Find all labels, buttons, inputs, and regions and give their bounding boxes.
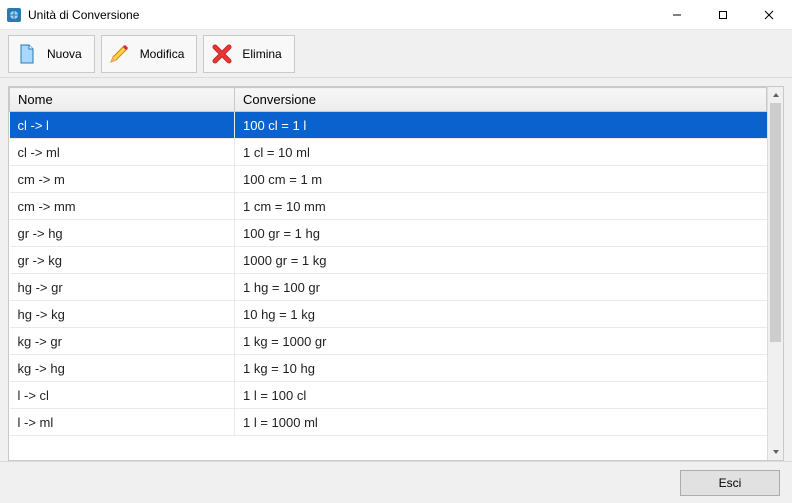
app-icon (6, 7, 22, 23)
table-row[interactable]: cl -> ml1 cl = 10 ml (10, 139, 767, 166)
new-icon (15, 42, 39, 66)
pencil-icon (108, 42, 132, 66)
cell-conversion: 1 hg = 100 gr (235, 274, 767, 301)
cell-name: gr -> hg (10, 220, 235, 247)
cell-conversion: 1 kg = 10 hg (235, 355, 767, 382)
cell-name: cl -> l (10, 112, 235, 139)
footer: Esci (0, 461, 792, 503)
toolbar: Nuova Modifica Elimina (0, 30, 792, 78)
cell-name: cl -> ml (10, 139, 235, 166)
table-row[interactable]: cl -> l100 cl = 1 l (10, 112, 767, 139)
cell-conversion: 1 l = 100 cl (235, 382, 767, 409)
cell-conversion: 100 cl = 1 l (235, 112, 767, 139)
edit-button[interactable]: Modifica (101, 35, 198, 73)
new-button[interactable]: Nuova (8, 35, 95, 73)
maximize-button[interactable] (700, 0, 746, 29)
scroll-down-icon[interactable] (768, 444, 783, 460)
column-header-name[interactable]: Nome (10, 88, 235, 112)
table-row[interactable]: l -> ml1 l = 1000 ml (10, 409, 767, 436)
cell-conversion: 1 l = 1000 ml (235, 409, 767, 436)
vertical-scrollbar[interactable] (767, 87, 783, 460)
window-title: Unità di Conversione (28, 8, 654, 22)
cell-conversion: 1 cl = 10 ml (235, 139, 767, 166)
cell-name: hg -> gr (10, 274, 235, 301)
cell-conversion: 1000 gr = 1 kg (235, 247, 767, 274)
cell-name: hg -> kg (10, 301, 235, 328)
cell-name: kg -> gr (10, 328, 235, 355)
cell-conversion: 100 cm = 1 m (235, 166, 767, 193)
table-row[interactable]: cm -> mm1 cm = 10 mm (10, 193, 767, 220)
minimize-button[interactable] (654, 0, 700, 29)
cell-name: cm -> m (10, 166, 235, 193)
cell-conversion: 1 kg = 1000 gr (235, 328, 767, 355)
cell-name: l -> ml (10, 409, 235, 436)
scrollbar-thumb[interactable] (770, 103, 781, 342)
column-header-conversion[interactable]: Conversione (235, 88, 767, 112)
cell-conversion: 10 hg = 1 kg (235, 301, 767, 328)
table-row[interactable]: l -> cl1 l = 100 cl (10, 382, 767, 409)
new-button-label: Nuova (47, 47, 82, 61)
scrollbar-track[interactable] (768, 103, 783, 444)
delete-icon (210, 42, 234, 66)
cell-name: l -> cl (10, 382, 235, 409)
exit-button[interactable]: Esci (680, 470, 780, 496)
cell-conversion: 100 gr = 1 hg (235, 220, 767, 247)
cell-name: cm -> mm (10, 193, 235, 220)
cell-name: kg -> hg (10, 355, 235, 382)
edit-button-label: Modifica (140, 47, 185, 61)
title-bar: Unità di Conversione (0, 0, 792, 30)
delete-button-label: Elimina (242, 47, 281, 61)
cell-name: gr -> kg (10, 247, 235, 274)
table-row[interactable]: kg -> hg1 kg = 10 hg (10, 355, 767, 382)
scroll-up-icon[interactable] (768, 87, 783, 103)
close-button[interactable] (746, 0, 792, 29)
table-row[interactable]: gr -> kg1000 gr = 1 kg (10, 247, 767, 274)
window-controls (654, 0, 792, 29)
cell-conversion: 1 cm = 10 mm (235, 193, 767, 220)
data-grid[interactable]: Nome Conversione cl -> l100 cl = 1 lcl -… (8, 86, 784, 461)
table-row[interactable]: kg -> gr1 kg = 1000 gr (10, 328, 767, 355)
exit-button-label: Esci (719, 476, 742, 490)
table-row[interactable]: hg -> kg10 hg = 1 kg (10, 301, 767, 328)
delete-button[interactable]: Elimina (203, 35, 294, 73)
table-row[interactable]: cm -> m100 cm = 1 m (10, 166, 767, 193)
main-area: Nome Conversione cl -> l100 cl = 1 lcl -… (0, 78, 792, 461)
table-row[interactable]: gr -> hg100 gr = 1 hg (10, 220, 767, 247)
table-row[interactable]: hg -> gr1 hg = 100 gr (10, 274, 767, 301)
